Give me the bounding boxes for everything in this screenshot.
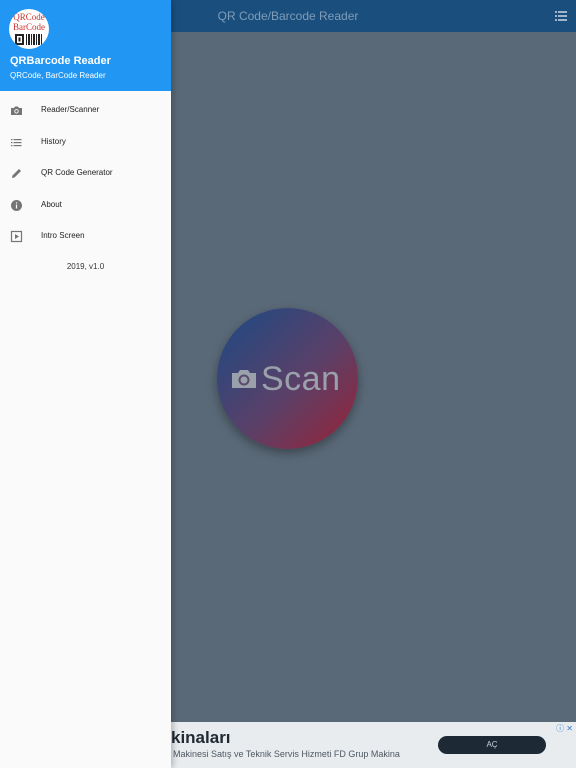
menu-label: History xyxy=(41,137,66,146)
list-icon xyxy=(11,139,22,147)
info-icon xyxy=(11,200,22,211)
ad-choices-icon[interactable]: ⓘ ✕ xyxy=(556,723,573,734)
ad-title: kinaları xyxy=(171,728,231,747)
menu-item-history[interactable]: History xyxy=(0,127,171,158)
logo-text-line1: QRCode xyxy=(13,12,45,22)
drawer-header: QRCode BarCode QRBarcode Reader QRCode, … xyxy=(0,0,171,91)
menu-label: Reader/Scanner xyxy=(41,105,100,114)
menu-label: About xyxy=(41,200,62,209)
pencil-icon xyxy=(12,169,21,178)
camera-icon xyxy=(11,106,22,115)
menu-item-intro-screen[interactable]: Intro Screen xyxy=(0,221,171,252)
version-label: 2019, v1.0 xyxy=(66,262,105,271)
scan-label: Scan xyxy=(261,360,341,398)
list-icon[interactable] xyxy=(554,9,568,23)
menu-item-qr-code-generator[interactable]: QR Code Generator xyxy=(0,158,171,189)
logo-text-line2: BarCode xyxy=(13,22,45,32)
barcode-icon xyxy=(15,34,42,45)
ad-description: Makinesi Satış ve Teknik Servis Hizmeti … xyxy=(173,749,400,759)
menu-label: QR Code Generator xyxy=(41,168,113,177)
drawer-title: QRBarcode Reader xyxy=(10,55,111,67)
play-icon xyxy=(10,230,23,243)
menu-item-reader-scanner[interactable]: Reader/Scanner xyxy=(0,95,171,126)
drawer-subtitle: QRCode, BarCode Reader xyxy=(10,71,106,80)
navigation-drawer: QRCode BarCode QRBarcode Reader QRCode, … xyxy=(0,0,171,768)
app-logo: QRCode BarCode xyxy=(9,9,49,49)
ad-open-button[interactable]: AÇ xyxy=(438,736,546,754)
menu-label: Intro Screen xyxy=(41,231,85,240)
scan-button[interactable]: Scan xyxy=(217,308,358,449)
menu-item-about[interactable]: About xyxy=(0,190,171,221)
camera-icon xyxy=(232,370,256,388)
